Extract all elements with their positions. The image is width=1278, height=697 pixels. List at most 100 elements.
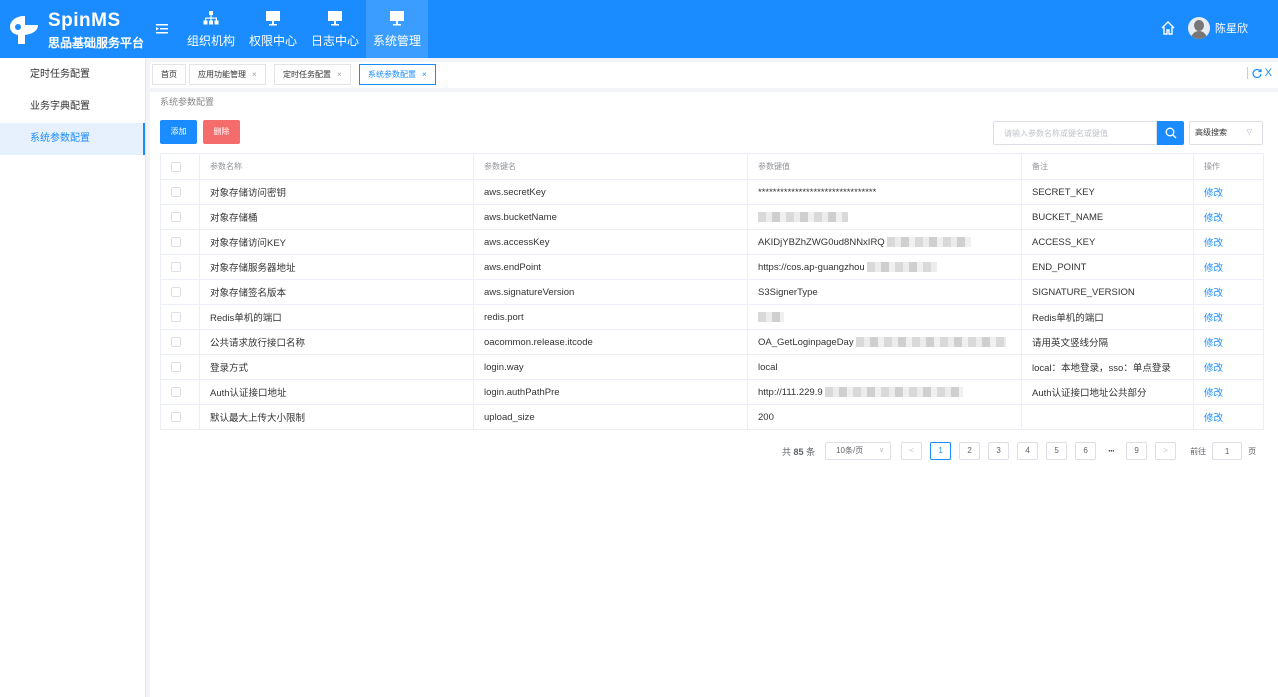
- add-button[interactable]: 添加: [160, 120, 197, 144]
- topnav-label: 系统管理: [372, 33, 421, 48]
- tab-close-icon[interactable]: ×: [422, 70, 427, 79]
- advanced-search-select[interactable]: 高级搜索 ▽: [1189, 121, 1263, 145]
- edit-link[interactable]: 修改: [1204, 388, 1223, 399]
- tab-scheduled-task[interactable]: 定时任务配置 ×: [274, 64, 351, 85]
- row-checkbox[interactable]: [171, 261, 181, 272]
- sidebar-item-dictionary[interactable]: 业务字典配置: [0, 91, 145, 123]
- sidebar-item-scheduled-task[interactable]: 定时任务配置: [0, 59, 145, 91]
- tab-label: 系统参数配置: [368, 70, 416, 79]
- param-key: aws.secretKey: [473, 179, 748, 205]
- row-checkbox[interactable]: [171, 411, 181, 422]
- sidebar-item-system-params[interactable]: 系统参数配置: [0, 123, 145, 155]
- chevron-down-icon: ∨: [878, 447, 885, 454]
- row-checkbox-cell: [160, 204, 200, 230]
- search-button[interactable]: [1157, 121, 1184, 145]
- tab-close-icon[interactable]: ×: [337, 70, 342, 79]
- tab-app-function[interactable]: 应用功能管理 ×: [189, 64, 266, 85]
- row-checkbox[interactable]: [171, 386, 181, 397]
- refresh-icon[interactable]: [1252, 68, 1262, 78]
- page-size-select[interactable]: 10条/页 ∨: [825, 442, 892, 460]
- row-checkbox[interactable]: [171, 211, 181, 222]
- param-note-text: BUCKET_NAME: [1032, 211, 1104, 223]
- row-checkbox[interactable]: [171, 186, 181, 197]
- table-row: Redis单机的端口 redis.port Redis单机的端口 修改: [160, 304, 1264, 330]
- page-tabs: 首页 应用功能管理 × 定时任务配置 × 系统参数配置 × X: [150, 62, 1278, 88]
- param-note: ACCESS_KEY: [1021, 229, 1194, 255]
- action-cell: 修改: [1193, 179, 1264, 205]
- edit-link[interactable]: 修改: [1204, 263, 1223, 274]
- page-button-5[interactable]: 5: [1046, 442, 1068, 460]
- select-all-checkbox[interactable]: [171, 161, 181, 172]
- total-suffix: 条: [806, 446, 816, 457]
- prev-page-button[interactable]: <: [901, 442, 923, 460]
- table-row: 对象存储访问密钥 aws.secretKey *******************…: [160, 179, 1264, 205]
- next-page-button[interactable]: >: [1155, 442, 1177, 460]
- row-checkbox[interactable]: [171, 336, 181, 347]
- topnav-permission[interactable]: 权限中心: [242, 0, 304, 58]
- page-button-4[interactable]: 4: [1017, 442, 1039, 460]
- param-value: AKIDjYBZhZWG0ud8NNxIRQ: [747, 229, 1022, 255]
- search-icon: [1165, 127, 1176, 139]
- page-button-last[interactable]: 9: [1126, 442, 1148, 460]
- row-checkbox-cell: [160, 329, 200, 355]
- params-table: 参数名称 参数键名 参数键值 备注 操作 对象存储访问密钥 aws.secretK…: [160, 153, 1264, 430]
- param-name: Redis单机的端口: [199, 304, 474, 330]
- param-note-text: SIGNATURE_VERSION: [1032, 286, 1135, 298]
- home-icon[interactable]: [1160, 20, 1176, 36]
- row-checkbox[interactable]: [171, 286, 181, 297]
- page-button-3[interactable]: 3: [988, 442, 1010, 460]
- avatar[interactable]: [1188, 17, 1210, 39]
- edit-link[interactable]: 修改: [1204, 413, 1223, 424]
- user-name[interactable]: 陈星欣: [1215, 20, 1248, 36]
- edit-link[interactable]: 修改: [1204, 188, 1223, 199]
- goto-page-input[interactable]: [1212, 442, 1243, 460]
- topnav-system[interactable]: 系统管理: [366, 0, 428, 58]
- delete-button[interactable]: 删除: [203, 120, 240, 144]
- action-cell: 修改: [1193, 379, 1264, 405]
- menu-collapse-icon[interactable]: [155, 22, 169, 36]
- topnav-org[interactable]: 组织机构: [180, 0, 242, 58]
- param-name-text: Auth认证接口地址: [210, 388, 287, 399]
- edit-link[interactable]: 修改: [1204, 238, 1223, 249]
- more-pages-ellipsis[interactable]: ···: [1104, 446, 1118, 456]
- close-all-icon[interactable]: X: [1265, 67, 1272, 79]
- row-checkbox[interactable]: [171, 361, 181, 372]
- edit-link[interactable]: 修改: [1204, 338, 1223, 349]
- param-note: BUCKET_NAME: [1021, 204, 1194, 230]
- table-body: 对象存储访问密钥 aws.secretKey *******************…: [160, 179, 1264, 430]
- row-checkbox[interactable]: [171, 311, 181, 322]
- edit-link[interactable]: 修改: [1204, 213, 1223, 224]
- tab-home[interactable]: 首页: [152, 64, 186, 85]
- param-note: SECRET_KEY: [1021, 179, 1194, 205]
- param-name: 对象存储访问KEY: [199, 229, 474, 255]
- search-input[interactable]: [993, 121, 1157, 145]
- param-key: login.authPathPre: [473, 379, 748, 405]
- page-button-1[interactable]: 1: [930, 442, 952, 460]
- tab-close-icon[interactable]: ×: [252, 70, 257, 79]
- param-note: local：本地登录，sso：单点登录: [1021, 354, 1194, 380]
- topnav-log[interactable]: 日志中心: [304, 0, 366, 58]
- goto-page: 前往 页: [1190, 442, 1256, 460]
- param-key-text: aws.secretKey: [484, 186, 546, 198]
- monitor-icon: [390, 10, 404, 25]
- tab-system-params[interactable]: 系统参数配置 ×: [359, 64, 436, 85]
- row-checkbox[interactable]: [171, 236, 181, 247]
- table-header-row: 参数名称 参数键名 参数键值 备注 操作: [160, 153, 1264, 180]
- page-button-2[interactable]: 2: [959, 442, 981, 460]
- app-logo[interactable]: SpinMS 思品基础服务平台: [8, 6, 148, 52]
- table-row: 对象存储桶 aws.bucketName BUCKET_NAME 修改: [160, 204, 1264, 230]
- param-key: aws.accessKey: [473, 229, 748, 255]
- param-key-text: aws.signatureVersion: [484, 286, 575, 298]
- page-title: 系统参数配置: [160, 97, 215, 107]
- edit-link[interactable]: 修改: [1204, 363, 1223, 374]
- edit-link[interactable]: 修改: [1204, 288, 1223, 299]
- param-value-text: OA_GetLoginpageDay: [758, 336, 854, 348]
- monitor-icon: [266, 10, 280, 25]
- org-chart-icon: [203, 10, 219, 24]
- main-content: 系统参数配置 添加 删除 高级搜索 ▽ 参数名称 参数键名 参数键值 备注 操作…: [150, 92, 1278, 697]
- page-button-6[interactable]: 6: [1075, 442, 1097, 460]
- param-value-text: 200: [758, 411, 774, 423]
- edit-link[interactable]: 修改: [1204, 313, 1223, 324]
- param-name: 对象存储签名版本: [199, 279, 474, 305]
- param-note-text: ACCESS_KEY: [1032, 236, 1096, 248]
